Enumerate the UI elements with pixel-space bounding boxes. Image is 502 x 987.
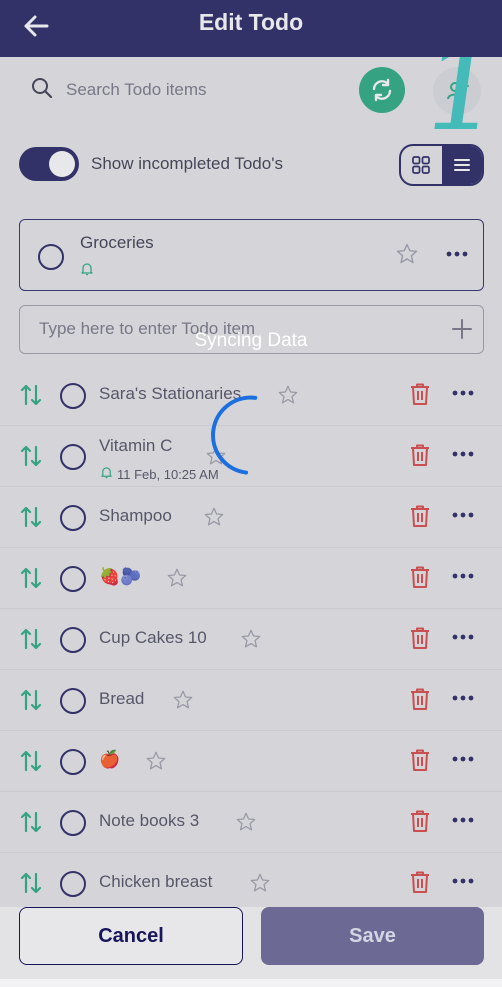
parent-todo-name: Groceries	[80, 233, 154, 252]
complete-checkbox[interactable]	[38, 244, 64, 270]
incomplete-toggle[interactable]	[19, 147, 79, 181]
toggle-label: Show incompleted Todo's	[91, 154, 283, 173]
star-icon[interactable]	[145, 750, 167, 777]
todo-row[interactable]: 🍎	[0, 731, 502, 792]
todo-label: Shampoo	[99, 506, 172, 525]
todo-list: Sara's Stationaries Vitamin C 11 Feb, 10:2…	[0, 365, 502, 907]
bottom-strip	[0, 979, 502, 987]
sync-button[interactable]	[359, 67, 405, 113]
reorder-icon[interactable]	[19, 505, 43, 534]
parent-todo-card[interactable]: Groceries	[19, 219, 484, 291]
todo-label: Vitamin C	[99, 436, 173, 455]
reorder-icon[interactable]	[19, 871, 43, 900]
save-button[interactable]: Save	[261, 907, 484, 965]
todo-row[interactable]: Bread	[0, 670, 502, 731]
delete-icon[interactable]	[409, 809, 431, 838]
star-icon[interactable]	[277, 384, 299, 411]
todo-label: Note books 3	[99, 811, 200, 830]
view-switch	[399, 144, 484, 186]
todo-label: Chicken breast	[99, 872, 213, 891]
star-icon[interactable]	[235, 811, 257, 838]
grid-icon	[412, 156, 431, 174]
more-options-icon[interactable]	[451, 873, 475, 894]
star-icon[interactable]	[395, 242, 419, 271]
todo-row[interactable]: Chicken breast	[0, 853, 502, 907]
todo-label: Sara's Stationaries	[99, 384, 242, 403]
todo-label: 🍓🫐	[99, 567, 142, 586]
todo-row[interactable]: 🍓🫐	[0, 548, 502, 609]
complete-checkbox[interactable]	[60, 566, 86, 592]
todo-entry-input[interactable]	[39, 319, 429, 339]
todo-label: 🍎	[99, 750, 121, 769]
new-todo-entry[interactable]	[19, 305, 484, 354]
page-title: Edit Todo	[198, 9, 304, 35]
todo-row[interactable]: Cup Cakes 10	[0, 609, 502, 670]
reorder-icon[interactable]	[19, 444, 43, 473]
delete-icon[interactable]	[409, 626, 431, 655]
star-icon[interactable]	[240, 628, 262, 655]
app-header: Edit Todo	[0, 0, 502, 57]
footer-bar: Cancel Save	[0, 907, 502, 987]
annotation-number: 1	[413, 57, 502, 158]
complete-checkbox[interactable]	[60, 688, 86, 714]
delete-icon[interactable]	[409, 443, 431, 472]
star-icon[interactable]	[172, 689, 194, 716]
todo-label: Cup Cakes 10	[99, 628, 207, 647]
more-options-icon[interactable]	[451, 751, 475, 772]
search-icon	[30, 76, 54, 105]
delete-icon[interactable]	[409, 687, 431, 716]
complete-checkbox[interactable]	[60, 871, 86, 897]
delete-icon[interactable]	[409, 870, 431, 899]
delete-icon[interactable]	[409, 382, 431, 411]
list-icon	[453, 159, 470, 171]
complete-checkbox[interactable]	[60, 505, 86, 531]
reorder-icon[interactable]	[19, 810, 43, 839]
bell-icon	[80, 262, 94, 281]
more-options-icon[interactable]	[451, 385, 475, 406]
grid-view-button[interactable]	[401, 146, 442, 184]
cancel-button[interactable]: Cancel	[19, 907, 243, 965]
reminder: 11 Feb, 10:25 AM	[100, 466, 219, 482]
complete-checkbox[interactable]	[60, 383, 86, 409]
complete-checkbox[interactable]	[60, 749, 86, 775]
reorder-icon[interactable]	[19, 566, 43, 595]
todo-label: Bread	[99, 689, 145, 708]
todo-row[interactable]: Note books 3	[0, 792, 502, 853]
complete-checkbox[interactable]	[60, 444, 86, 470]
more-options-icon[interactable]	[445, 242, 469, 271]
list-view-button[interactable]	[441, 146, 482, 184]
star-icon[interactable]	[203, 506, 225, 533]
reorder-icon[interactable]	[19, 688, 43, 717]
complete-checkbox[interactable]	[60, 810, 86, 836]
reminder-time: 11 Feb, 10:25 AM	[117, 466, 219, 482]
sync-icon	[372, 78, 392, 102]
reorder-icon[interactable]	[19, 383, 43, 412]
more-options-icon[interactable]	[451, 568, 475, 589]
search-input[interactable]	[66, 80, 326, 100]
reorder-icon[interactable]	[19, 627, 43, 656]
todo-row[interactable]: Sara's Stationaries	[0, 365, 502, 426]
delete-icon[interactable]	[409, 565, 431, 594]
more-options-icon[interactable]	[451, 812, 475, 833]
delete-icon[interactable]	[409, 504, 431, 533]
more-options-icon[interactable]	[451, 446, 475, 467]
main-content: 1 Show incompleted Todo's Groceries Sara…	[0, 57, 502, 907]
todo-row[interactable]: Shampoo	[0, 487, 502, 548]
star-icon[interactable]	[205, 445, 227, 472]
search-bar[interactable]	[30, 75, 326, 105]
more-options-icon[interactable]	[451, 690, 475, 711]
reorder-icon[interactable]	[19, 749, 43, 778]
delete-icon[interactable]	[409, 748, 431, 777]
more-options-icon[interactable]	[451, 629, 475, 650]
incomplete-toggle-row: Show incompleted Todo's	[19, 147, 283, 181]
bell-icon	[100, 466, 113, 482]
more-options-icon[interactable]	[451, 507, 475, 528]
todo-row[interactable]: Vitamin C 11 Feb, 10:25 AM	[0, 426, 502, 487]
star-icon[interactable]	[166, 567, 188, 594]
complete-checkbox[interactable]	[60, 627, 86, 653]
star-icon[interactable]	[249, 872, 271, 899]
add-icon[interactable]	[451, 318, 473, 345]
